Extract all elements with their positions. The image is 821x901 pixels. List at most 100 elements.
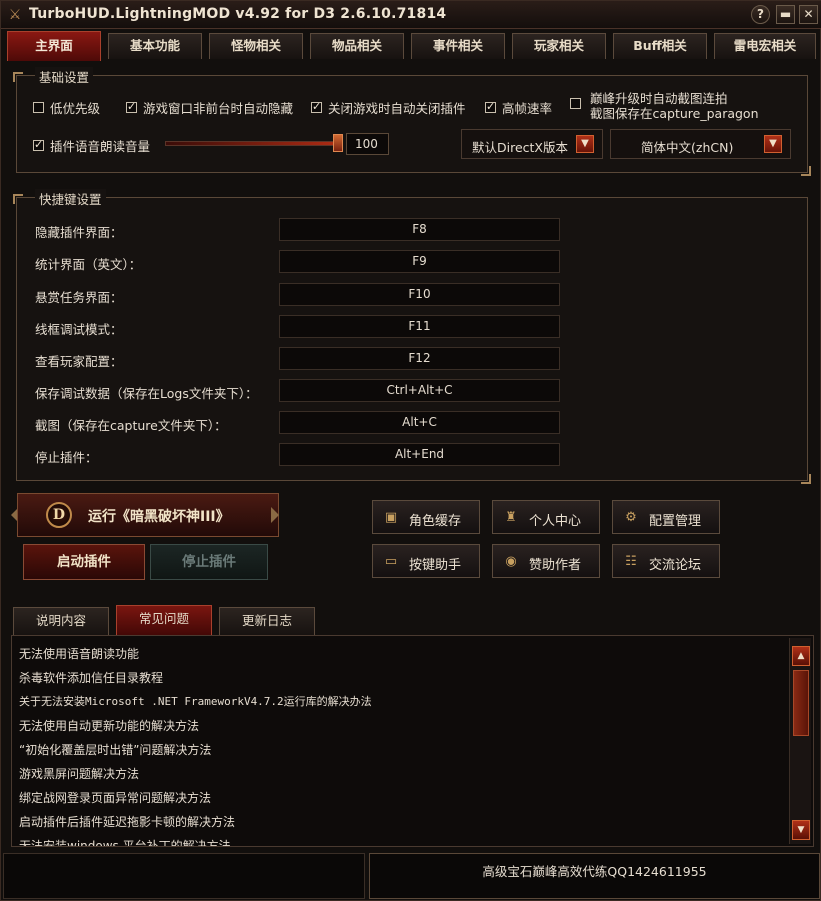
tab-lightning-macro[interactable]: 雷电宏相关 (714, 33, 816, 59)
low-priority-check[interactable] (33, 102, 44, 113)
scrollbar-thumb[interactable] (793, 670, 809, 736)
run-diablo-label: 运行《暗黑破坏神III》 (88, 509, 230, 525)
character-cache-button[interactable]: ▣ 角色缓存 (372, 500, 480, 534)
hotkey-label-stats: 统计界面（英文）： (35, 257, 142, 272)
tab-players[interactable]: 玩家相关 (512, 33, 606, 59)
sponsor-author-button[interactable]: ◉ 赞助作者 (492, 544, 600, 578)
hotkey-label-stop-plugin: 停止插件： (35, 450, 98, 465)
faq-item[interactable]: 杀毒软件添加信任目录教程 (19, 669, 163, 686)
faq-item[interactable]: 无法使用自动更新功能的解决方法 (19, 717, 199, 734)
pedestal-icon: ♜ (505, 510, 517, 525)
faq-item[interactable]: 无法使用语音朗读功能 (19, 645, 139, 662)
hotkey-label-hide-ui: 隐藏插件界面： (35, 225, 123, 240)
hotkey-field-hide-ui[interactable]: F8 (279, 218, 560, 241)
personal-center-label: 个人中心 (529, 514, 582, 529)
hotkey-label-save-debug: 保存调试数据（保存在Logs文件夹下）： (35, 386, 258, 401)
faq-item[interactable]: 无法安装windows 平台补丁的解决方法 (19, 837, 231, 846)
volume-value-field[interactable]: 100 (346, 133, 389, 155)
diablo-logo-icon: D (46, 502, 72, 528)
faq-item[interactable]: 游戏黑屏问题解决方法 (19, 765, 139, 782)
tab-changelog[interactable]: 更新日志 (219, 607, 315, 635)
window-title: TurboHUD.LightningMOD v4.92 for D3 2.6.1… (29, 6, 447, 22)
help-button[interactable]: ? (751, 5, 770, 24)
hotkey-field-bounty[interactable]: F10 (279, 283, 560, 306)
tab-monsters[interactable]: 怪物相关 (209, 33, 303, 59)
hotkey-field-player-config[interactable]: F12 (279, 347, 560, 370)
tab-events[interactable]: 事件相关 (411, 33, 505, 59)
faq-scrollbar[interactable]: ▲ ▼ (789, 638, 811, 844)
hotkey-field-screenshot[interactable]: Alt+C (279, 411, 560, 434)
start-plugin-button[interactable]: 启动插件 (23, 544, 145, 580)
monitor-icon: ▭ (384, 554, 398, 569)
key-helper-button[interactable]: ▭ 按键助手 (372, 544, 480, 578)
config-manager-label: 配置管理 (649, 514, 702, 529)
info-tab-bar: 说明内容 常见问题 更新日志 (1, 603, 821, 635)
money-bag-icon: ◉ (505, 554, 517, 569)
hotkey-label-screenshot: 截图（保存在capture文件夹下）： (35, 418, 227, 433)
config-manager-button[interactable]: ⚙ 配置管理 (612, 500, 720, 534)
faq-item[interactable]: 绑定战网登录页面异常问题解决方法 (19, 789, 211, 806)
directx-dropdown-arrow-icon[interactable]: ▼ (576, 135, 594, 153)
volume-slider-track[interactable] (165, 141, 343, 146)
app-logo-icon: ⚔ (8, 7, 22, 23)
low-priority-checkbox[interactable]: 低优先级 (33, 98, 100, 117)
hotkey-field-stop-plugin[interactable]: Alt+End (279, 443, 560, 466)
hotkey-label-bounty: 悬赏任务界面： (35, 290, 123, 305)
auto-hide-checkbox[interactable]: 游戏窗口非前台时自动隐藏 (126, 98, 293, 117)
run-diablo-button[interactable]: D 运行《暗黑破坏神III》 (17, 493, 279, 537)
voice-volume-check[interactable] (33, 138, 44, 151)
language-select[interactable]: 简体中文(zhCN) ▼ (610, 129, 791, 159)
tab-basic-features[interactable]: 基本功能 (108, 33, 202, 59)
volume-slider-thumb[interactable] (333, 134, 343, 152)
close-button[interactable]: ✕ (799, 5, 818, 24)
hotkey-settings-title: 快捷键设置 (35, 189, 106, 208)
status-bar-ad[interactable]: 高级宝石巅峰高效代练QQ1424611955 (369, 853, 820, 899)
treasure-chest-icon: ▣ (384, 510, 398, 525)
faq-item[interactable]: 启动插件后插件延迟拖影卡顿的解决方法 (19, 813, 235, 830)
faq-item[interactable]: “初始化覆盖层时出错”问题解决方法 (19, 741, 211, 758)
faq-item[interactable]: 关于无法安装Microsoft .NET FrameworkV4.7.2运行库的… (19, 693, 372, 709)
language-dropdown-arrow-icon[interactable]: ▼ (764, 135, 782, 153)
hotkey-field-wireframe[interactable]: F11 (279, 315, 560, 338)
auto-hide-check[interactable] (126, 100, 137, 113)
high-fps-checkbox[interactable]: 高帧速率 (485, 98, 552, 117)
language-value: 简体中文(zhCN) (641, 140, 734, 155)
scroll-down-arrow-icon[interactable]: ▼ (792, 820, 810, 840)
gear-tree-icon: ⚙ (625, 510, 637, 525)
run-button-right-ornament (271, 507, 279, 523)
scroll-up-arrow-icon[interactable]: ▲ (792, 646, 810, 666)
sponsor-author-label: 赞助作者 (529, 558, 582, 573)
tab-items[interactable]: 物品相关 (310, 33, 404, 59)
directx-version-select[interactable]: 默认DirectX版本 ▼ (461, 129, 603, 159)
paragon-capture-label-line2: 截图保存在capture_paragon (590, 106, 759, 121)
key-helper-label: 按键助手 (409, 558, 462, 573)
minimize-button[interactable]: ▬ (776, 5, 795, 24)
auto-close-checkbox[interactable]: 关闭游戏时自动关闭插件 (311, 98, 466, 117)
status-bar-left (3, 853, 365, 899)
community-forum-button[interactable]: ☷ 交流论坛 (612, 544, 720, 578)
app-window: ⚔ TurboHUD.LightningMOD v4.92 for D3 2.6… (0, 0, 821, 901)
high-fps-check[interactable] (485, 100, 496, 113)
hotkey-field-stats[interactable]: F9 (279, 250, 560, 273)
hotkey-label-player-config: 查看玩家配置： (35, 354, 123, 369)
tab-buffs[interactable]: Buff相关 (613, 33, 707, 59)
main-tab-bar: 主界面 基本功能 怪物相关 物品相关 事件相关 玩家相关 Buff相关 雷电宏相… (1, 31, 821, 61)
auto-close-label: 关闭游戏时自动关闭插件 (328, 101, 466, 116)
paragon-capture-label-line1: 巅峰升级时自动截图连拍 (590, 91, 728, 106)
hotkey-label-wireframe: 线框调试模式： (35, 322, 123, 337)
stop-plugin-button[interactable]: 停止插件 (150, 544, 268, 580)
title-bar[interactable]: ⚔ TurboHUD.LightningMOD v4.92 for D3 2.6… (1, 1, 821, 29)
basic-settings-title: 基础设置 (35, 67, 94, 86)
voice-volume-checkbox[interactable]: 插件语音朗读音量 (33, 136, 150, 155)
tab-instructions[interactable]: 说明内容 (13, 607, 109, 635)
auto-hide-label: 游戏窗口非前台时自动隐藏 (143, 101, 294, 116)
paragon-capture-checkbox[interactable] (570, 98, 587, 109)
tab-faq[interactable]: 常见问题 (116, 605, 212, 635)
community-forum-label: 交流论坛 (649, 558, 702, 573)
auto-close-check[interactable] (311, 100, 322, 113)
personal-center-button[interactable]: ♜ 个人中心 (492, 500, 600, 534)
hotkey-field-save-debug[interactable]: Ctrl+Alt+C (279, 379, 560, 402)
tab-main[interactable]: 主界面 (7, 31, 101, 61)
paragon-capture-check[interactable] (570, 98, 581, 109)
users-icon: ☷ (625, 554, 637, 569)
